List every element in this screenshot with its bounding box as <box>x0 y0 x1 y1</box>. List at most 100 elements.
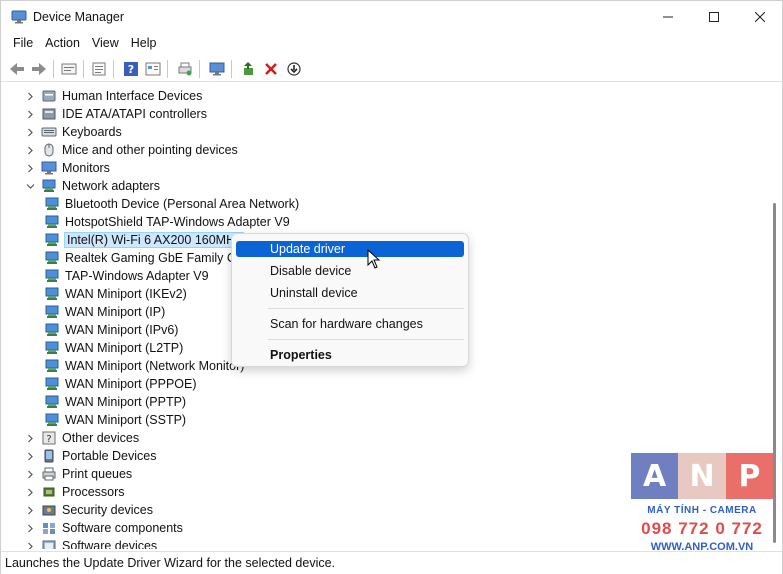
tree-category-row[interactable]: Mice and other pointing devices <box>25 141 239 159</box>
chevron-right-icon[interactable] <box>25 447 35 465</box>
close-button[interactable] <box>737 1 783 33</box>
tree-category-row[interactable]: Monitors <box>25 159 111 177</box>
chevron-right-icon[interactable] <box>25 465 35 483</box>
context-menu-uninstall-device[interactable]: Uninstall device <box>236 285 464 301</box>
tree-device-row[interactable]: WAN Miniport (IP) <box>44 303 166 321</box>
tree-item-label: IDE ATA/ATAPI controllers <box>62 107 207 121</box>
tree-device-row[interactable]: Intel(R) Wi-Fi 6 AX200 160MHz <box>44 231 245 249</box>
disable-button[interactable] <box>284 59 304 79</box>
tree-category-row[interactable]: Human Interface Devices <box>25 87 203 105</box>
maximize-icon <box>709 12 719 22</box>
toolbar-separator <box>167 60 168 78</box>
tree-category-row[interactable]: Network adapters <box>25 177 161 195</box>
back-arrow-icon <box>10 63 24 75</box>
tree-device-row[interactable]: WAN Miniport (L2TP) <box>44 339 184 357</box>
printer-icon <box>42 467 56 481</box>
window-title: Device Manager <box>33 10 125 24</box>
tree-item-label: Other devices <box>62 431 140 445</box>
menu-help[interactable]: Help <box>125 33 163 55</box>
tree-item-label: Software components <box>62 521 183 535</box>
tree-category-row[interactable]: Software devices <box>25 537 158 549</box>
tree-item-label: Security devices <box>62 503 154 517</box>
tree-device-row[interactable]: Bluetooth Device (Personal Area Network) <box>44 195 300 213</box>
watermark-letter-n: N <box>678 453 726 499</box>
software-component-icon <box>43 523 55 534</box>
tree-category-row[interactable]: Software components <box>25 519 184 537</box>
uninstall-button[interactable] <box>261 59 281 79</box>
computer-properties-icon <box>61 63 77 75</box>
properties-button[interactable] <box>59 59 79 79</box>
chevron-right-icon[interactable] <box>25 141 35 159</box>
chevron-down-icon[interactable] <box>25 177 35 195</box>
chevron-right-icon[interactable] <box>25 159 35 177</box>
tree-item-label: WAN Miniport (SSTP) <box>65 413 187 427</box>
chevron-right-icon[interactable] <box>25 519 35 537</box>
toolbar-separator <box>199 60 200 78</box>
network-adapter-icon <box>45 413 59 426</box>
chevron-right-icon[interactable] <box>25 87 35 105</box>
tree-category-row[interactable]: IDE ATA/ATAPI controllers <box>25 105 208 123</box>
show-hidden-button[interactable] <box>89 59 109 79</box>
tree-item-label: WAN Miniport (PPPOE) <box>65 377 197 391</box>
menu-bar: File Action View Help <box>1 33 782 55</box>
network-adapter-icon <box>45 323 59 336</box>
status-text: Launches the Update Driver Wizard for th… <box>5 556 336 570</box>
tree-device-row[interactable]: WAN Miniport (SSTP) <box>44 411 187 429</box>
toolbar-separator <box>83 60 84 78</box>
print-button[interactable] <box>175 59 195 79</box>
tree-category-row[interactable]: Portable Devices <box>25 447 158 465</box>
back-button[interactable] <box>7 59 27 79</box>
chevron-right-icon[interactable] <box>25 429 35 447</box>
chevron-right-icon[interactable] <box>25 501 35 519</box>
menu-action[interactable]: Action <box>39 33 86 55</box>
update-driver-button[interactable] <box>239 59 259 79</box>
close-icon <box>755 12 765 22</box>
tree-device-row[interactable]: WAN Miniport (IPv6) <box>44 321 179 339</box>
tree-device-row[interactable]: WAN Miniport (PPPOE) <box>44 375 198 393</box>
menu-file[interactable]: File <box>7 33 39 55</box>
update-driver-icon <box>244 62 253 75</box>
minimize-button[interactable] <box>645 1 691 33</box>
tree-item-label: WAN Miniport (Network Monitor) <box>65 359 245 373</box>
keyboard-icon <box>41 127 57 137</box>
tree-item-label: Bluetooth Device (Personal Area Network) <box>65 197 300 211</box>
maximize-button[interactable] <box>691 1 737 33</box>
context-menu-properties[interactable]: Properties <box>236 347 464 363</box>
chevron-right-icon[interactable] <box>25 537 35 549</box>
tree-category-row[interactable]: Security devices <box>25 501 154 519</box>
tree-item-label: Monitors <box>62 161 110 175</box>
svg-text:?: ? <box>128 63 134 76</box>
context-menu-update-driver[interactable]: Update driver <box>236 241 464 257</box>
network-adapter-icon <box>45 215 59 228</box>
monitor-icon <box>41 161 57 175</box>
other-devices-icon: ? <box>42 431 56 445</box>
tree-category-row[interactable]: Keyboards <box>25 123 123 141</box>
help-button[interactable]: ? <box>121 59 141 79</box>
view-button[interactable] <box>143 59 163 79</box>
tree-device-row[interactable]: HotspotShield TAP-Windows Adapter V9 <box>44 213 291 231</box>
tree-device-row[interactable]: WAN Miniport (IKEv2) <box>44 285 188 303</box>
scrollbar-thumb[interactable] <box>773 203 776 543</box>
chevron-right-icon[interactable] <box>25 123 35 141</box>
tree-item-label: HotspotShield TAP-Windows Adapter V9 <box>65 215 290 229</box>
tree-category-row[interactable]: ? Other devices <box>25 429 140 447</box>
tree-category-row[interactable]: Print queues <box>25 465 133 483</box>
watermark-phone: 098 772 0 772 <box>641 519 763 538</box>
tree-item-label: WAN Miniport (IPv6) <box>65 323 179 337</box>
chevron-right-icon[interactable] <box>25 483 35 501</box>
network-adapter-icon <box>45 251 59 264</box>
chevron-right-icon[interactable] <box>25 105 35 123</box>
help-icon: ? <box>124 62 138 76</box>
forward-button[interactable] <box>29 59 49 79</box>
show-hidden-icon <box>92 62 106 76</box>
disable-icon <box>287 62 301 76</box>
context-menu-separator <box>268 308 464 309</box>
tree-category-row[interactable]: Processors <box>25 483 126 501</box>
context-menu-disable-device[interactable]: Disable device <box>236 263 464 279</box>
menu-view[interactable]: View <box>86 33 125 55</box>
context-menu-scan-hardware[interactable]: Scan for hardware changes <box>236 316 464 332</box>
tree-device-row[interactable]: WAN Miniport (Network Monitor) <box>44 357 245 375</box>
tree-device-row[interactable]: WAN Miniport (PPTP) <box>44 393 187 411</box>
scan-changes-button[interactable] <box>207 59 227 79</box>
tree-device-row[interactable]: TAP-Windows Adapter V9 <box>44 267 210 285</box>
